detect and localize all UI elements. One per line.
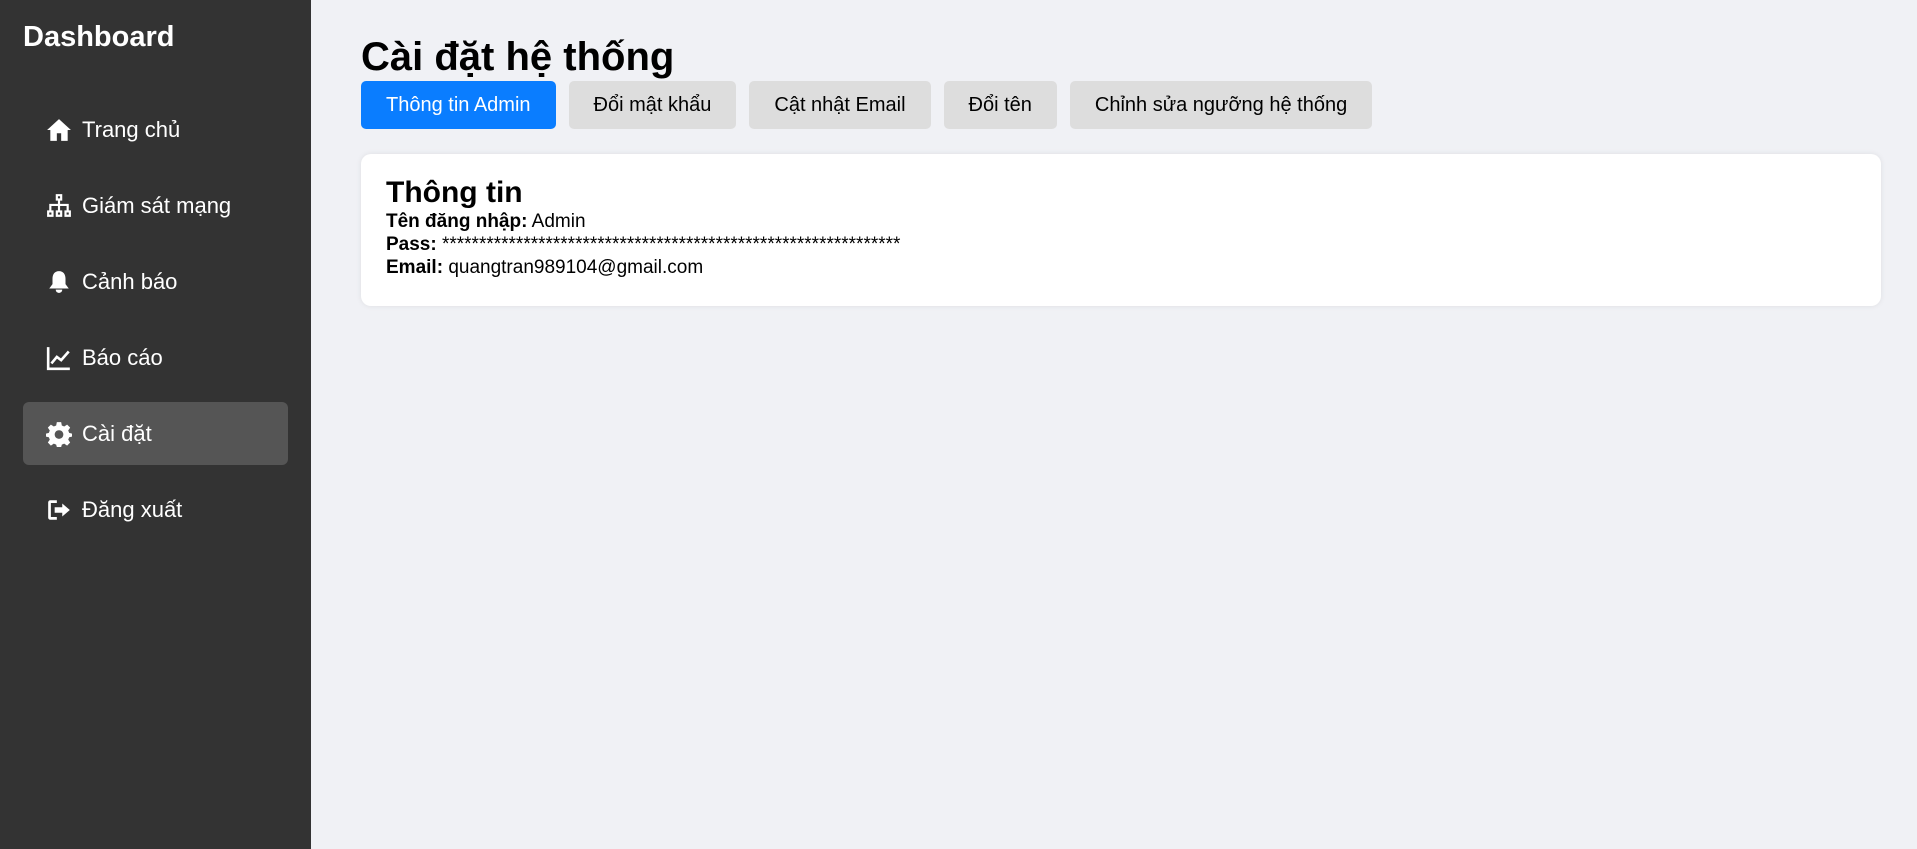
sidebar-item-label: Trang chủ	[82, 116, 181, 142]
sidebar-item-home[interactable]: Trang chủ	[23, 98, 288, 161]
brand-title: Dashboard	[23, 21, 175, 53]
sidebar-item-alerts[interactable]: Cảnh báo	[23, 250, 288, 313]
tab-update-email[interactable]: Cật nhật Email	[749, 81, 931, 129]
chart-line-icon	[46, 345, 72, 371]
username-value: Admin	[531, 211, 586, 232]
sidebar-item-label: Báo cáo	[82, 344, 163, 370]
network-icon	[46, 193, 72, 219]
password-value: ****************************************…	[441, 234, 901, 255]
gear-icon	[46, 421, 72, 447]
tab-rename[interactable]: Đổi tên	[943, 81, 1057, 129]
email-row: Email: quangtran989104@gmail.com	[386, 256, 1856, 279]
home-icon	[46, 117, 72, 143]
sidebar-item-label: Giám sát mạng	[82, 192, 232, 218]
username-label: Tên đăng nhập:	[386, 211, 528, 232]
sidebar-item-label: Đăng xuất	[82, 496, 183, 522]
sidebar: Dashboard Trang chủ Giám sát mạng Cảnh b…	[0, 0, 311, 849]
sidebar-item-logout[interactable]: Đăng xuất	[23, 478, 288, 541]
settings-tabs: Thông tin Admin Đổi mật khẩu Cật nhật Em…	[361, 81, 1881, 129]
tab-edit-thresholds[interactable]: Chỉnh sửa ngưỡng hệ thống	[1069, 81, 1373, 129]
bell-icon	[46, 269, 72, 295]
password-row: Pass: **********************************…	[386, 233, 1856, 256]
sidebar-item-label: Cảnh báo	[82, 268, 178, 294]
app: Dashboard Trang chủ Giám sát mạng Cảnh b…	[0, 0, 1917, 849]
tab-change-password[interactable]: Đổi mật khẩu	[568, 81, 737, 129]
email-value: quangtran989104@gmail.com	[448, 257, 704, 278]
card-title: Thông tin	[386, 176, 523, 209]
sidebar-item-reports[interactable]: Báo cáo	[23, 326, 288, 389]
logout-icon	[46, 497, 72, 523]
tab-admin-info[interactable]: Thông tin Admin	[361, 81, 556, 129]
sidebar-item-settings[interactable]: Cài đặt	[23, 402, 288, 465]
password-label: Pass:	[386, 234, 437, 255]
sidebar-item-label: Cài đặt	[82, 420, 152, 446]
admin-info-card: Thông tin Tên đăng nhập: Admin Pass: ***…	[361, 154, 1881, 306]
username-row: Tên đăng nhập: Admin	[386, 210, 1856, 233]
email-label: Email:	[386, 257, 444, 278]
sidebar-item-network[interactable]: Giám sát mạng	[23, 174, 288, 237]
page-title: Cài đặt hệ thống	[361, 35, 675, 79]
main-content: Cài đặt hệ thống Thông tin Admin Đổi mật…	[311, 0, 1917, 849]
